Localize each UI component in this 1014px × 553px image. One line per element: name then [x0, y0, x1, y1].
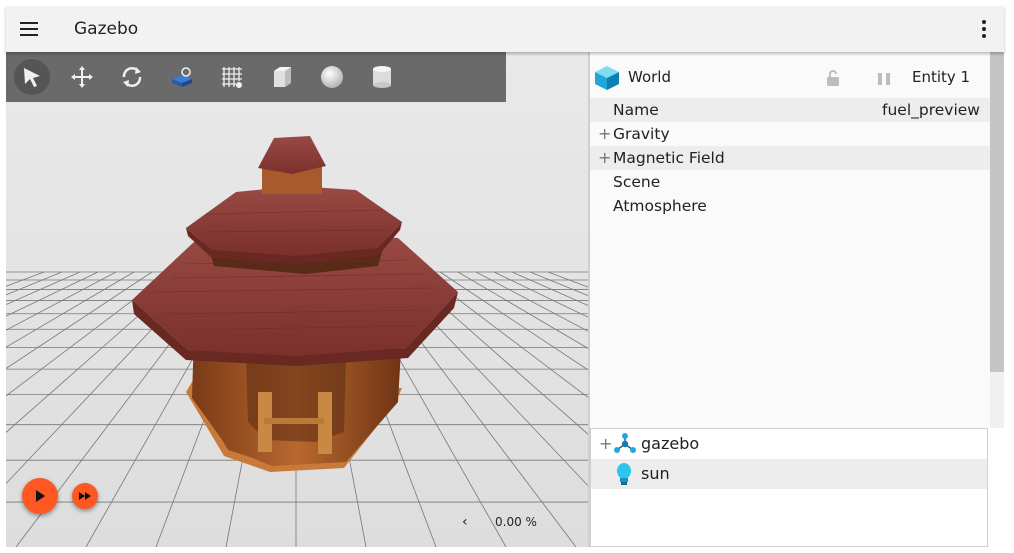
- grid-icon: [222, 67, 242, 88]
- scene-3d-viewport[interactable]: [6, 52, 588, 547]
- tree-item-gazebo[interactable]: + gazebo: [591, 429, 987, 459]
- expand-plus-icon[interactable]: +: [599, 429, 612, 459]
- light-bulb-icon: [617, 463, 631, 485]
- transform-control-button[interactable]: [164, 59, 200, 95]
- box-icon: [274, 67, 291, 87]
- property-row-scene[interactable]: Scene: [590, 170, 990, 194]
- transform-icon: [172, 67, 192, 87]
- tree-item-label: gazebo: [641, 434, 700, 453]
- sphere-shape-button[interactable]: [314, 59, 350, 95]
- property-label: Scene: [613, 173, 661, 191]
- entity-name: World: [628, 68, 671, 86]
- move-arrows-icon: [71, 66, 93, 88]
- select-tool-button[interactable]: [14, 59, 50, 95]
- property-label: Magnetic Field: [613, 149, 725, 167]
- real-time-factor: 0.00 %: [495, 515, 537, 529]
- step-button[interactable]: [72, 483, 98, 509]
- rotate-icon: [122, 67, 142, 87]
- property-row-gravity[interactable]: + Gravity: [590, 122, 990, 146]
- play-icon: [36, 490, 45, 502]
- stats-expand-chevron-icon[interactable]: ‹: [462, 514, 468, 530]
- inspector-header: World Entity 1: [590, 58, 990, 98]
- scene-toolbar: [6, 52, 506, 102]
- entity-tree: + gazebo sun: [590, 428, 988, 547]
- entity-id: Entity 1: [912, 68, 971, 86]
- inspector-scrollbar-thumb[interactable]: [990, 52, 1004, 372]
- expand-plus-icon[interactable]: +: [598, 146, 611, 170]
- hamburger-menu-icon[interactable]: [20, 18, 40, 40]
- translate-tool-button[interactable]: [64, 59, 100, 95]
- property-value[interactable]: fuel_preview: [882, 98, 980, 122]
- fast-forward-icon: [79, 492, 91, 500]
- app-title: Gazebo: [74, 19, 139, 39]
- tree-item-label: sun: [641, 464, 670, 483]
- grid-config-button[interactable]: [214, 59, 250, 95]
- cylinder-shape-button[interactable]: [364, 59, 400, 95]
- property-row-atmosphere[interactable]: Atmosphere: [590, 194, 990, 218]
- play-button[interactable]: [22, 478, 58, 514]
- tree-item-sun[interactable]: sun: [591, 459, 987, 489]
- property-label: Name: [613, 101, 659, 119]
- component-inspector: World Entity 1 Name fuel_preview + Gravi…: [590, 52, 990, 428]
- more-options-icon[interactable]: [980, 18, 988, 40]
- world-cube-icon: [595, 66, 619, 90]
- arrow-cursor-icon: [24, 68, 40, 87]
- cylinder-icon: [373, 66, 391, 88]
- unlock-icon[interactable]: [826, 70, 840, 86]
- pause-icon[interactable]: [877, 72, 891, 86]
- property-row-name: Name fuel_preview: [590, 98, 990, 122]
- title-bar: Gazebo: [6, 6, 1004, 52]
- property-row-magnetic-field[interactable]: + Magnetic Field: [590, 146, 990, 170]
- box-shape-button[interactable]: [264, 59, 300, 95]
- property-label: Gravity: [613, 125, 670, 143]
- sphere-icon: [321, 66, 343, 88]
- rotate-tool-button[interactable]: [114, 59, 150, 95]
- expand-plus-icon[interactable]: +: [598, 122, 611, 146]
- property-label: Atmosphere: [613, 197, 707, 215]
- model-icon: [614, 433, 636, 453]
